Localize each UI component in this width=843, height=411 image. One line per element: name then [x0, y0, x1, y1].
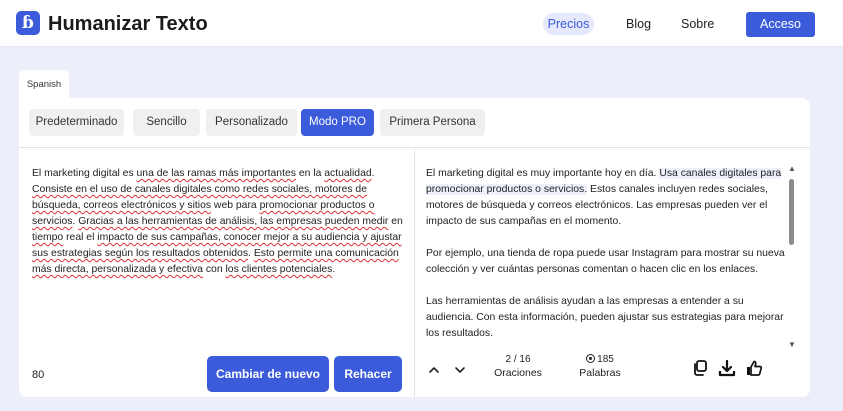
output-paragraph-3: Las herramientas de análisis ayudan a la… [426, 296, 784, 339]
scroll-up-arrow-icon[interactable]: ▲ [788, 165, 796, 173]
scroll-down-arrow-icon[interactable]: ▼ [788, 341, 796, 349]
pane-divider [414, 149, 415, 397]
sentence-stats: 2 / 16 Oraciones [485, 354, 551, 380]
text-segment: real el [63, 232, 98, 243]
redo-button[interactable]: Rehacer [334, 356, 402, 392]
output-p1-start: El marketing digital es muy importante h… [426, 168, 660, 179]
thumbs-up-icon[interactable] [745, 359, 763, 377]
sentence-counter: 2 / 16 [505, 354, 531, 365]
language-tab[interactable]: Spanish [19, 70, 69, 100]
text-segment: con [202, 264, 226, 275]
word-stats: 185 Palabras [567, 354, 633, 380]
download-icon[interactable] [718, 359, 736, 377]
mode-sencillo[interactable]: Sencillo [133, 109, 200, 136]
top-header: ɓ Humanizar Texto Precios Blog Sobre Acc… [0, 0, 843, 47]
brand-name[interactable]: Humanizar Texto [48, 12, 208, 36]
word-counter-row: 185 [567, 354, 633, 366]
input-textarea[interactable]: El marketing digital es una de las ramas… [32, 166, 404, 278]
mode-personalizado[interactable]: Personalizado [206, 109, 297, 136]
sentence-label: Oraciones [494, 367, 542, 379]
text-segment: web para [211, 200, 260, 211]
text-segment: en [388, 216, 403, 227]
output-paragraph-2: Por ejemplo, una tienda de ropa puede us… [426, 248, 785, 275]
mode-primera-persona[interactable]: Primera Persona [380, 109, 485, 136]
copy-icon[interactable] [691, 359, 709, 377]
humanizer-card: Predeterminado Sencillo Personalizado Mo… [19, 98, 810, 397]
mode-pro[interactable]: Modo PRO [301, 109, 374, 136]
target-icon [586, 354, 596, 363]
mode-selector: Predeterminado Sencillo Personalizado Mo… [19, 98, 810, 148]
output-text[interactable]: El marketing digital es muy importante h… [426, 166, 786, 346]
spellcheck-segment: Gracias a las herramientas de análisis, … [78, 216, 389, 227]
nav-blog[interactable]: Blog [626, 13, 651, 35]
chevron-up-icon[interactable] [427, 363, 441, 377]
text-segment: . [332, 264, 336, 275]
scrollbar-thumb[interactable] [789, 179, 794, 245]
text-segment: en la [295, 168, 325, 179]
nav-precios[interactable]: Precios [543, 13, 594, 35]
text-segment: . [371, 168, 375, 179]
input-word-count: 80 [32, 369, 45, 381]
login-button[interactable]: Acceso [746, 12, 815, 37]
spellcheck-segment: los clientes potenciales [225, 264, 333, 275]
word-label: Palabras [579, 367, 621, 379]
spellcheck-segment: tiempo [32, 232, 64, 243]
spellcheck-segment: una de las ramas más importantes [136, 168, 296, 179]
output-paragraph-1: El marketing digital es muy importante h… [426, 166, 786, 230]
text-segment: El marketing digital es [32, 168, 137, 179]
chevron-down-icon[interactable] [453, 363, 467, 377]
regenerate-button[interactable]: Cambiar de nuevo [207, 356, 329, 392]
word-counter: 185 [597, 354, 614, 365]
logo-icon[interactable]: ɓ [16, 11, 40, 35]
spellcheck-segment: actualidad [324, 168, 372, 179]
nav-sobre[interactable]: Sobre [681, 13, 714, 35]
mode-predeterminado[interactable]: Predeterminado [29, 109, 124, 136]
